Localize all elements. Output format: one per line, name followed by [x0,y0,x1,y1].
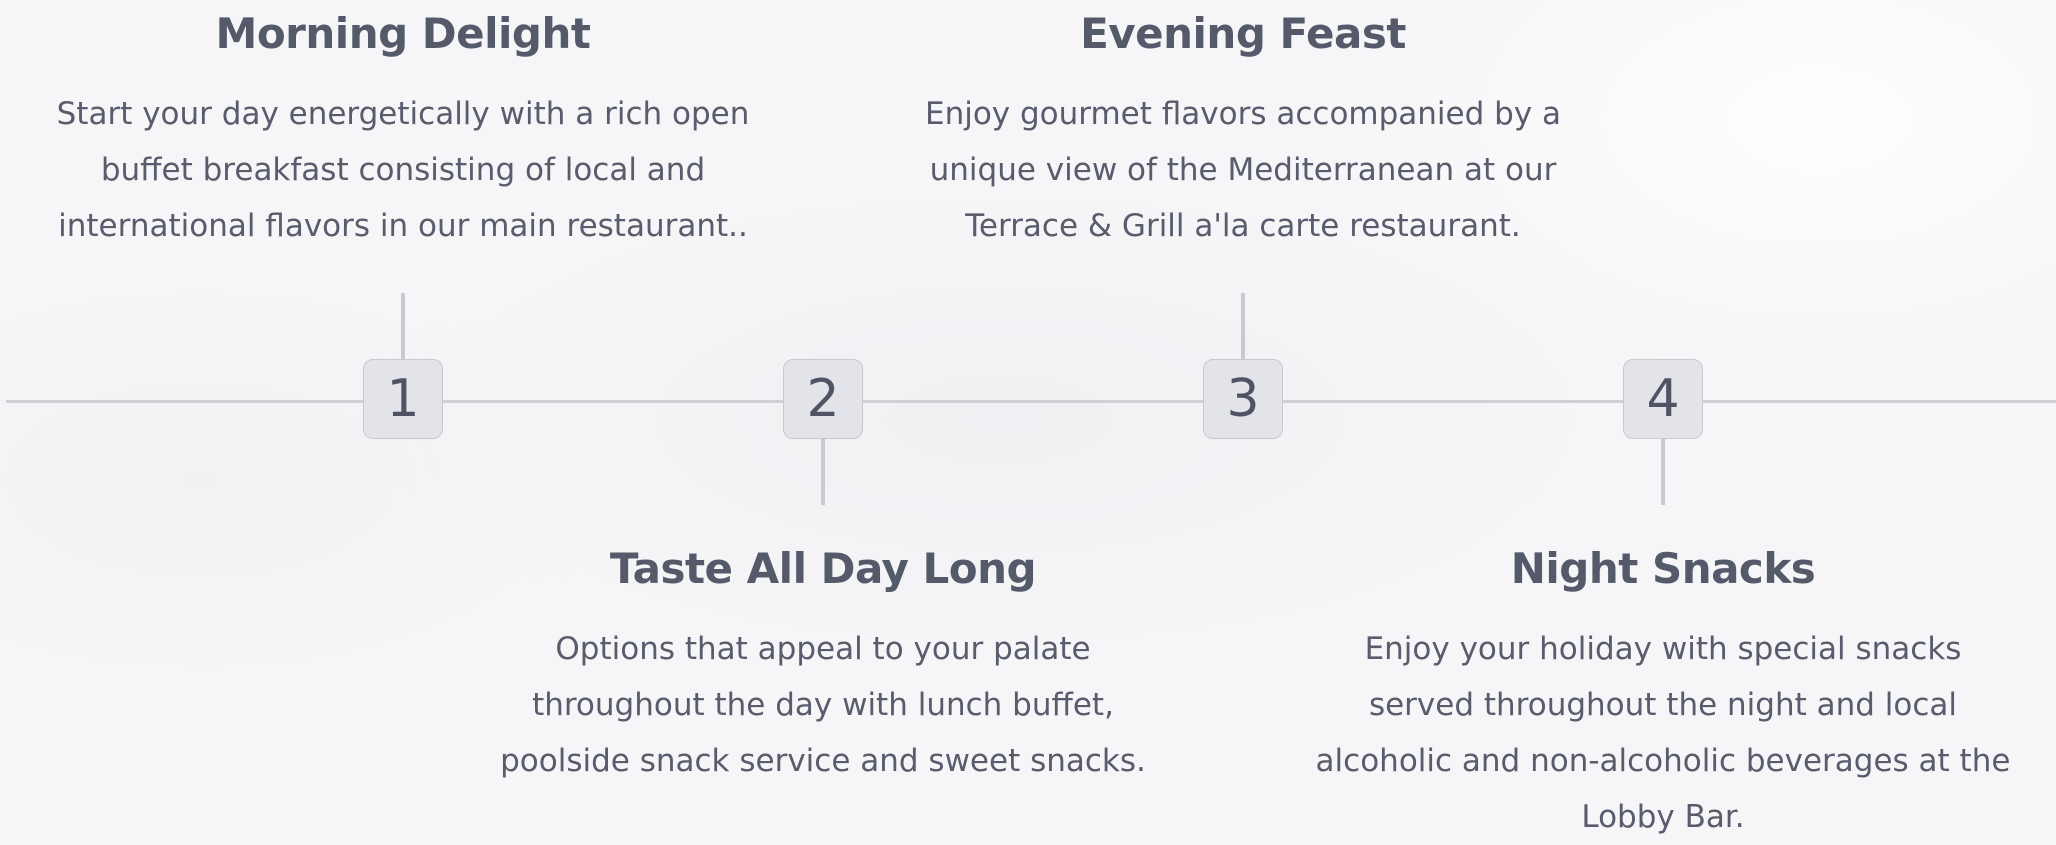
step-card-2: Taste All Day Long Options that appeal t… [453,541,1193,789]
connector-4 [1661,439,1665,505]
step-card-4: Night Snacks Enjoy your holiday with spe… [1293,541,2033,845]
connector-3 [1241,293,1245,359]
timeline-line [6,400,2056,403]
step-number-2: 2 [783,359,863,439]
step-description-3: Enjoy gourmet flavors accompanied by a u… [924,96,1562,244]
step-description-4: Enjoy your holiday with special snacks s… [1315,631,2011,835]
step-number-1: 1 [363,359,443,439]
step-card-3: Evening Feast Enjoy gourmet flavors acco… [873,6,1613,254]
step-title-1: Morning Delight [215,9,591,58]
step-description-2: Options that appeal to your palate throu… [500,631,1146,779]
connector-1 [401,293,405,359]
step-number-4: 4 [1623,359,1703,439]
step-title-3: Evening Feast [1080,9,1406,58]
step-title-4: Night Snacks [1510,544,1816,593]
step-number-3: 3 [1203,359,1283,439]
step-title-2: Taste All Day Long [609,544,1037,593]
step-card-1: Morning Delight Start your day energetic… [33,6,773,254]
step-description-1: Start your day energetically with a rich… [56,96,750,244]
connector-2 [821,439,825,505]
